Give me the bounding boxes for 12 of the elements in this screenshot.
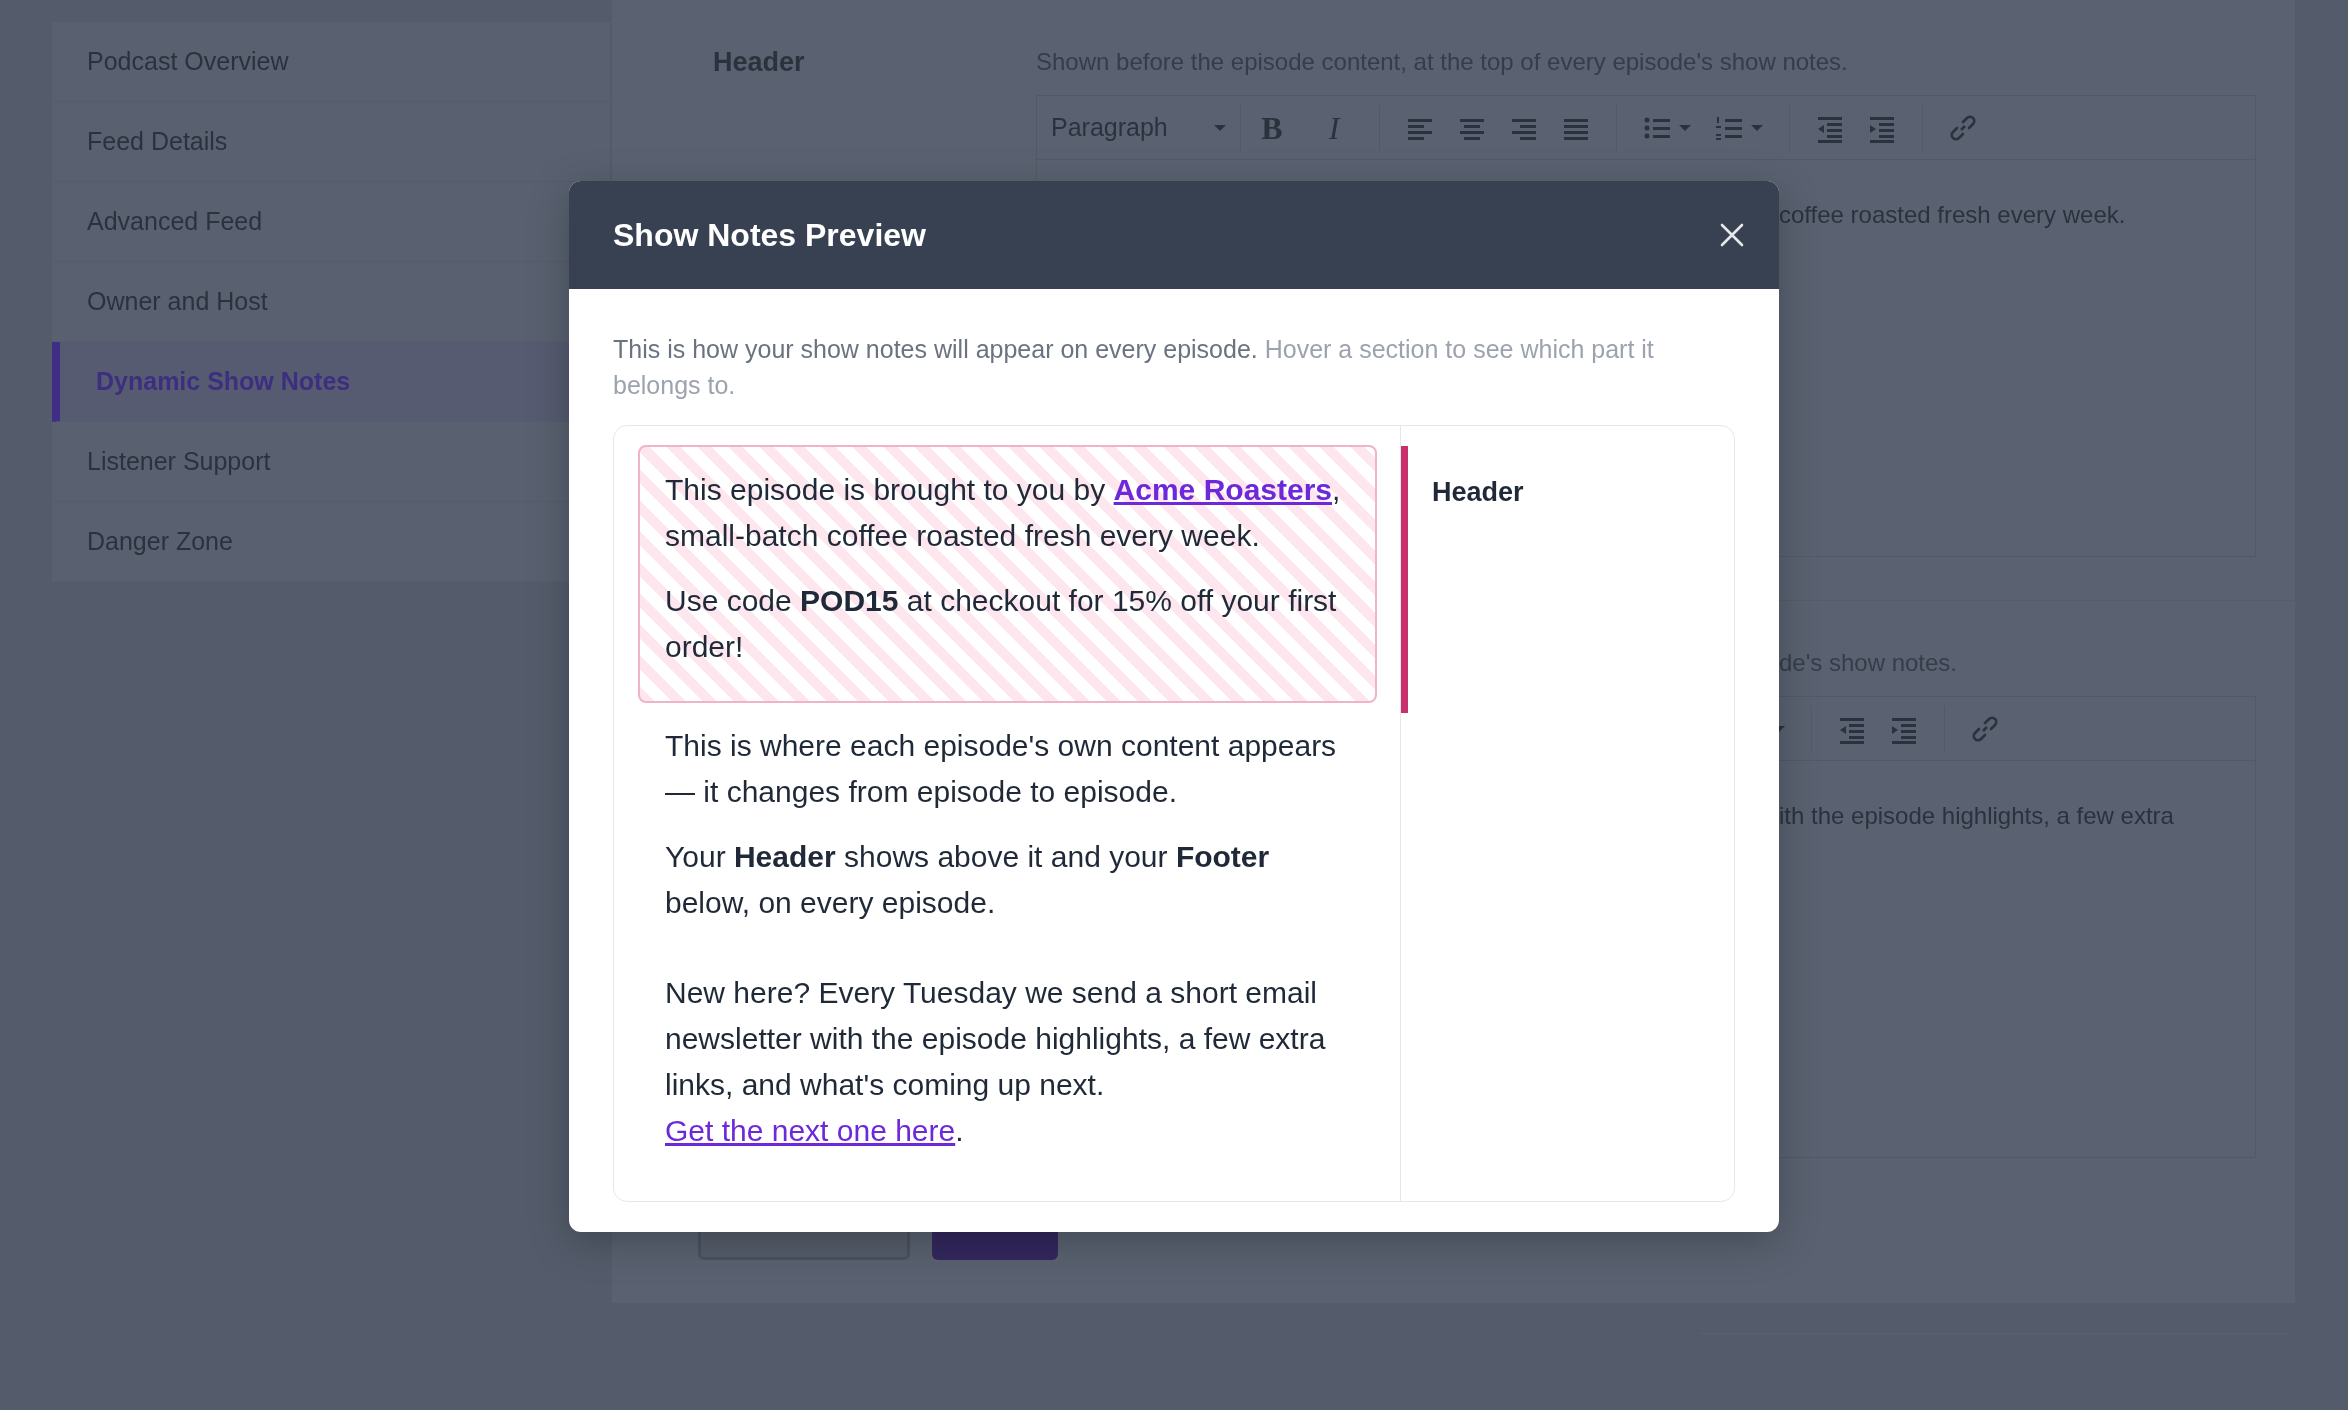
preview-paragraph: This episode is brought to you by Acme Roasters, small-batch coffee roasted fresh every week. [665, 472, 1342, 554]
preview-paragraph: This is where each episode's own content appears — it changes from episode to episode. [665, 728, 1338, 810]
highlighted-section[interactable]: This episode is brought to you by Acme Roasters, small-batch coffee roasted fresh every week. Use code POD15 at checkout for 15% off your first order! [638, 445, 1377, 703]
intro-text: This is how your show notes will appear on every episode. Hover a section to see which part it belongs to. [613, 334, 1655, 401]
dialog-title: Show Notes Preview [613, 216, 926, 255]
preview-paragraph: Your Header shows above it and your Footer below, on every episode. [665, 839, 1271, 921]
preview-paragraph: New here? Every Tuesday we send a short email newsletter with the episode highlights, a few extra links, and what's coming up next. Get the next one here. [665, 975, 1327, 1149]
close-icon [1719, 222, 1745, 248]
preview-link[interactable]: Get the next one here [665, 1114, 956, 1147]
section-label: Header [1432, 477, 1524, 507]
preview-link[interactable]: Acme Roasters [1113, 473, 1333, 506]
preview-paragraph: Use code POD15 at checkout for 15% off your first order! [665, 583, 1338, 665]
